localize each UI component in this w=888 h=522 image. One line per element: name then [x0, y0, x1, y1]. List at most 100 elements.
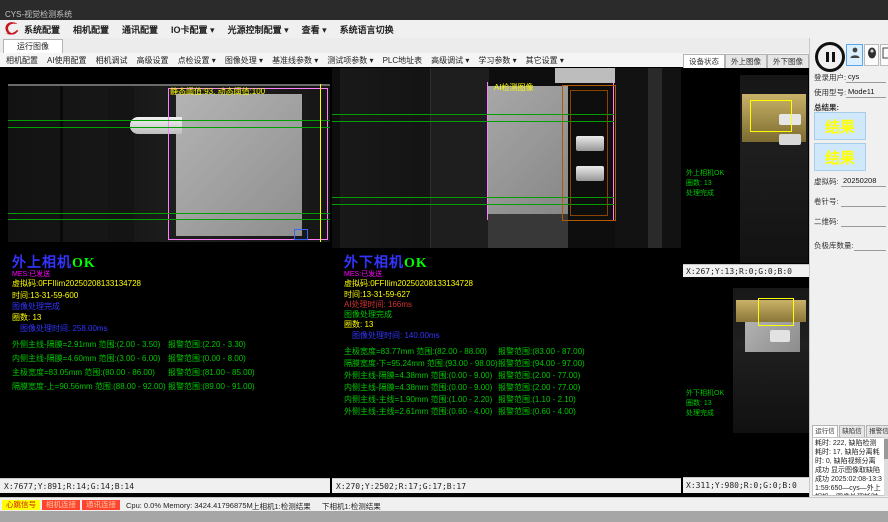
run-log-area[interactable]: 耗时: 222, 缺陷检测耗时: 17, 缺陷分离耗时: 0, 缺陷视频分离成功…	[812, 437, 885, 496]
menu-item-language-switch[interactable]: 系统语言切换	[340, 23, 394, 36]
right-camera-image[interactable]: AI检测图像	[332, 68, 681, 248]
left-ref-line	[8, 127, 330, 128]
right-coords-text: X:270;Y:2502;R:17;G:17;B:17	[336, 482, 466, 491]
side2-coords-text: X:311;Y:980;R:0;G:0;B:0	[686, 481, 797, 490]
right-alarm-range: 报警范围:(2.00 - 77.00)	[498, 371, 580, 381]
side2-detect-box	[758, 298, 794, 326]
side2-overlay-line: 外下相机OK	[686, 388, 724, 398]
side-view-lower[interactable]: 外下相机OK 圈数: 13 处理完成	[683, 277, 809, 477]
side2-overlay-line: 处理完成	[686, 408, 714, 418]
side-view-tabs: 设备状态 外上图像 外下图像	[683, 54, 809, 68]
right-alarm-range: 报警范围:(83.00 - 87.00)	[498, 347, 585, 357]
menu-item-comm-config[interactable]: 通讯配置	[122, 23, 158, 36]
cpu-memory-text: Cpu: 0.0% Memory: 3424.41796875M	[126, 501, 253, 510]
right-coords-bar: X:270;Y:2502;R:17;G:17;B:17	[332, 478, 681, 493]
tool-camera-debug[interactable]: 相机调试	[96, 55, 128, 66]
comm-link-badge: 通讯连接	[82, 500, 120, 510]
tool-advanced-debug[interactable]: 高级调试 ▾	[431, 55, 469, 66]
menu-item-camera-config[interactable]: 相机配置	[73, 23, 109, 36]
pause-button[interactable]	[815, 42, 845, 72]
right-measure-row: 内侧主线-隔膜=4.38mm 范围:(0.00 - 9.00)	[344, 383, 492, 393]
right-alarm-range: 报警范围:(1.10 - 2.10)	[498, 395, 576, 405]
tool-plc-address[interactable]: PLC地址表	[383, 55, 423, 66]
menu-item-system-config[interactable]: 系统配置	[24, 23, 60, 36]
log-scrollbar-thumb[interactable]	[884, 439, 888, 459]
tool-camera-config[interactable]: 相机配置	[6, 55, 38, 66]
result-box-lower: 结果	[814, 143, 866, 171]
user-switch-button[interactable]	[864, 44, 879, 66]
side1-overlay-line: 处理完成	[686, 188, 714, 198]
right-alarm-range: 报警范围:(94.00 - 97.00)	[498, 359, 585, 369]
right-camera-result: OK	[404, 256, 428, 271]
side1-bright-spot	[779, 134, 801, 145]
right-bright-strip	[555, 68, 617, 83]
left-measure-row: 隔膜宽度-上=90.56mm 范围:(88.00 - 92.00)	[12, 382, 166, 392]
camera-link-badge: 相机连接	[42, 500, 80, 510]
model-label: 使用型号:	[814, 87, 846, 98]
side-tab-upper-image[interactable]: 外上图像	[725, 54, 767, 69]
left-camera-image[interactable]: 静态阈值:93, 动态阈值:100	[8, 84, 330, 242]
left-ref-line	[8, 213, 330, 214]
tool-advanced-settings[interactable]: 高级设置	[137, 55, 169, 66]
tool-baseline-params[interactable]: 基准线参数 ▾	[272, 55, 318, 66]
bottom-strip	[0, 511, 888, 522]
menu-items: 系统配置 相机配置 通讯配置 IO卡配置 ▾ 光源控制配置 ▾ 查看 ▾ 系统语…	[24, 20, 394, 38]
side2-bright-spot	[770, 330, 790, 342]
left-coords-bar: X:7677;Y:891;R:14;G:14;B:14	[0, 478, 330, 493]
logout-icon	[882, 46, 888, 64]
right-mes-status: MES:已发送	[344, 269, 382, 279]
logout-button[interactable]	[880, 44, 888, 66]
right-roi-label: AI检测图像	[494, 83, 534, 93]
right-measure-row: 隔膜宽度-下=95.24mm 范围:(93.00 - 98.00)	[344, 359, 498, 369]
right-barcode: 虚拟码:0FFIIim20250208133134728	[344, 279, 473, 289]
side-view-upper[interactable]: 外上相机OK 圈数: 13 处理完成	[683, 68, 809, 264]
right-measure-row: 外侧主线-主线=2.61mm 范围:(0.60 - 4.00)	[344, 407, 492, 417]
login-user-value: cys	[848, 72, 859, 81]
right-machine-column	[430, 68, 489, 248]
side-tab-status[interactable]: 设备状态	[683, 54, 725, 69]
menu-bar: 系统配置 相机配置 通讯配置 IO卡配置 ▾ 光源控制配置 ▾ 查看 ▾ 系统语…	[0, 20, 888, 39]
tool-ai-usage-config[interactable]: AI使用配置	[47, 55, 87, 66]
window-title: CYS-视觉检测系统	[5, 9, 72, 20]
menu-item-light-config[interactable]: 光源控制配置 ▾	[228, 23, 289, 36]
login-underline	[846, 82, 886, 83]
log-scrollbar[interactable]	[884, 437, 888, 496]
right-process-time: 图像处理时间: 140.00ms	[352, 331, 440, 341]
left-roi-label: 静态阈值:93, 动态阈值:100	[170, 87, 265, 97]
user-dark-icon	[867, 46, 877, 64]
left-measure-row: 外侧主线-隔膜=2.91mm 范围:(2.00 - 3.50)	[12, 340, 160, 350]
tool-image-processing[interactable]: 图像处理 ▾	[225, 55, 263, 66]
tab-run-image[interactable]: 运行图像	[3, 39, 63, 53]
menu-item-io-config[interactable]: IO卡配置 ▾	[171, 23, 215, 36]
right-guide-line	[487, 82, 488, 220]
tool-test-params[interactable]: 测试项参数 ▾	[327, 55, 373, 66]
left-alarm-range: 报警范围:(89.00 - 91.00)	[168, 382, 255, 392]
user-button-active[interactable]	[846, 44, 863, 66]
left-ref-line	[8, 120, 330, 121]
virtual-code-underline	[841, 186, 886, 187]
side1-coords-bar: X:267;Y:13;R:0;G:0;B:0	[683, 264, 809, 278]
left-coords-text: X:7677;Y:891;R:14;G:14;B:14	[4, 482, 134, 491]
tool-other-settings[interactable]: 其它设置 ▾	[526, 55, 564, 66]
stock-count-label: 负极库数量:	[814, 240, 854, 251]
right-measure-row: 内侧主线-主线=1.90mm 范围:(1.00 - 2.20)	[344, 395, 492, 405]
result-upper-text: 结果	[825, 116, 855, 137]
tool-learn-params[interactable]: 学习参数 ▾	[478, 55, 516, 66]
side-tab-lower-image[interactable]: 外下图像	[767, 54, 809, 69]
qr-underline	[841, 226, 886, 227]
model-underline	[846, 97, 886, 98]
right-process-done: 图像处理完成	[344, 310, 392, 320]
left-alarm-range: 报警范围:(2.20 - 3.30)	[168, 340, 246, 350]
left-measure-line	[320, 84, 321, 242]
left-process-time: 图像处理时间: 258.00ms	[20, 324, 108, 334]
left-roi-box	[168, 88, 328, 240]
right-ai-time: AI处理时间: 166ms	[344, 300, 412, 310]
left-alarm-range: 报警范围:(81.00 - 85.00)	[168, 368, 255, 378]
view-tab-row: 运行图像	[0, 38, 888, 54]
side2-coords-bar: X:311;Y:980;R:0;G:0;B:0	[683, 477, 809, 493]
menu-item-view[interactable]: 查看 ▾	[302, 23, 327, 36]
tool-spotcheck-settings[interactable]: 点检设置 ▾	[178, 55, 216, 66]
right-measure-row: 主极宽度=83.77mm 范围:(82.00 - 88.00)	[344, 347, 487, 357]
right-dark-band	[648, 68, 662, 248]
virtual-code-value: 20250208	[843, 176, 876, 185]
